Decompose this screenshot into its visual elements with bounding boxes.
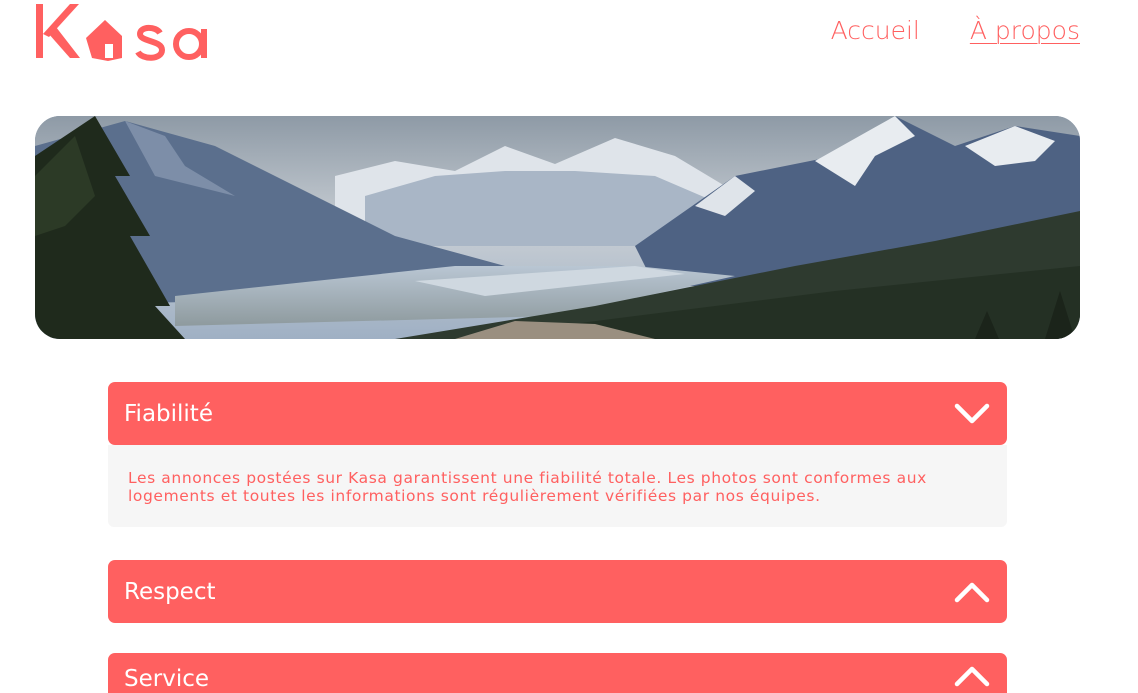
chevron-up-icon[interactable] [953, 577, 991, 607]
kasa-logo[interactable] [34, 0, 220, 64]
chevron-down-icon[interactable] [953, 399, 991, 429]
collapse-service: Service [108, 653, 1007, 693]
collapse-header-fiabilite[interactable]: Fiabilité [108, 382, 1007, 445]
main-nav: Accueil À propos [831, 16, 1080, 45]
collapse-title: Fiabilité [124, 400, 213, 427]
collapse-content: Les annonces postées sur Kasa garantisse… [108, 445, 1007, 527]
nav-link-accueil[interactable]: Accueil [831, 16, 920, 45]
logo-mark [36, 4, 207, 61]
nav-link-a-propos[interactable]: À propos [970, 16, 1080, 45]
collapse-title: Respect [124, 578, 216, 605]
page: Accueil À propos Fiabilité Les annonces … [0, 0, 1138, 693]
chevron-up-icon[interactable] [953, 661, 991, 693]
about-banner-image [35, 116, 1080, 339]
collapse-title: Service [124, 666, 210, 692]
collapse-header-respect[interactable]: Respect [108, 560, 1007, 623]
collapse-header-service[interactable]: Service [108, 653, 1007, 693]
collapse-fiabilite: Fiabilité Les annonces postées sur Kasa … [108, 382, 1007, 527]
collapse-respect: Respect [108, 560, 1007, 623]
